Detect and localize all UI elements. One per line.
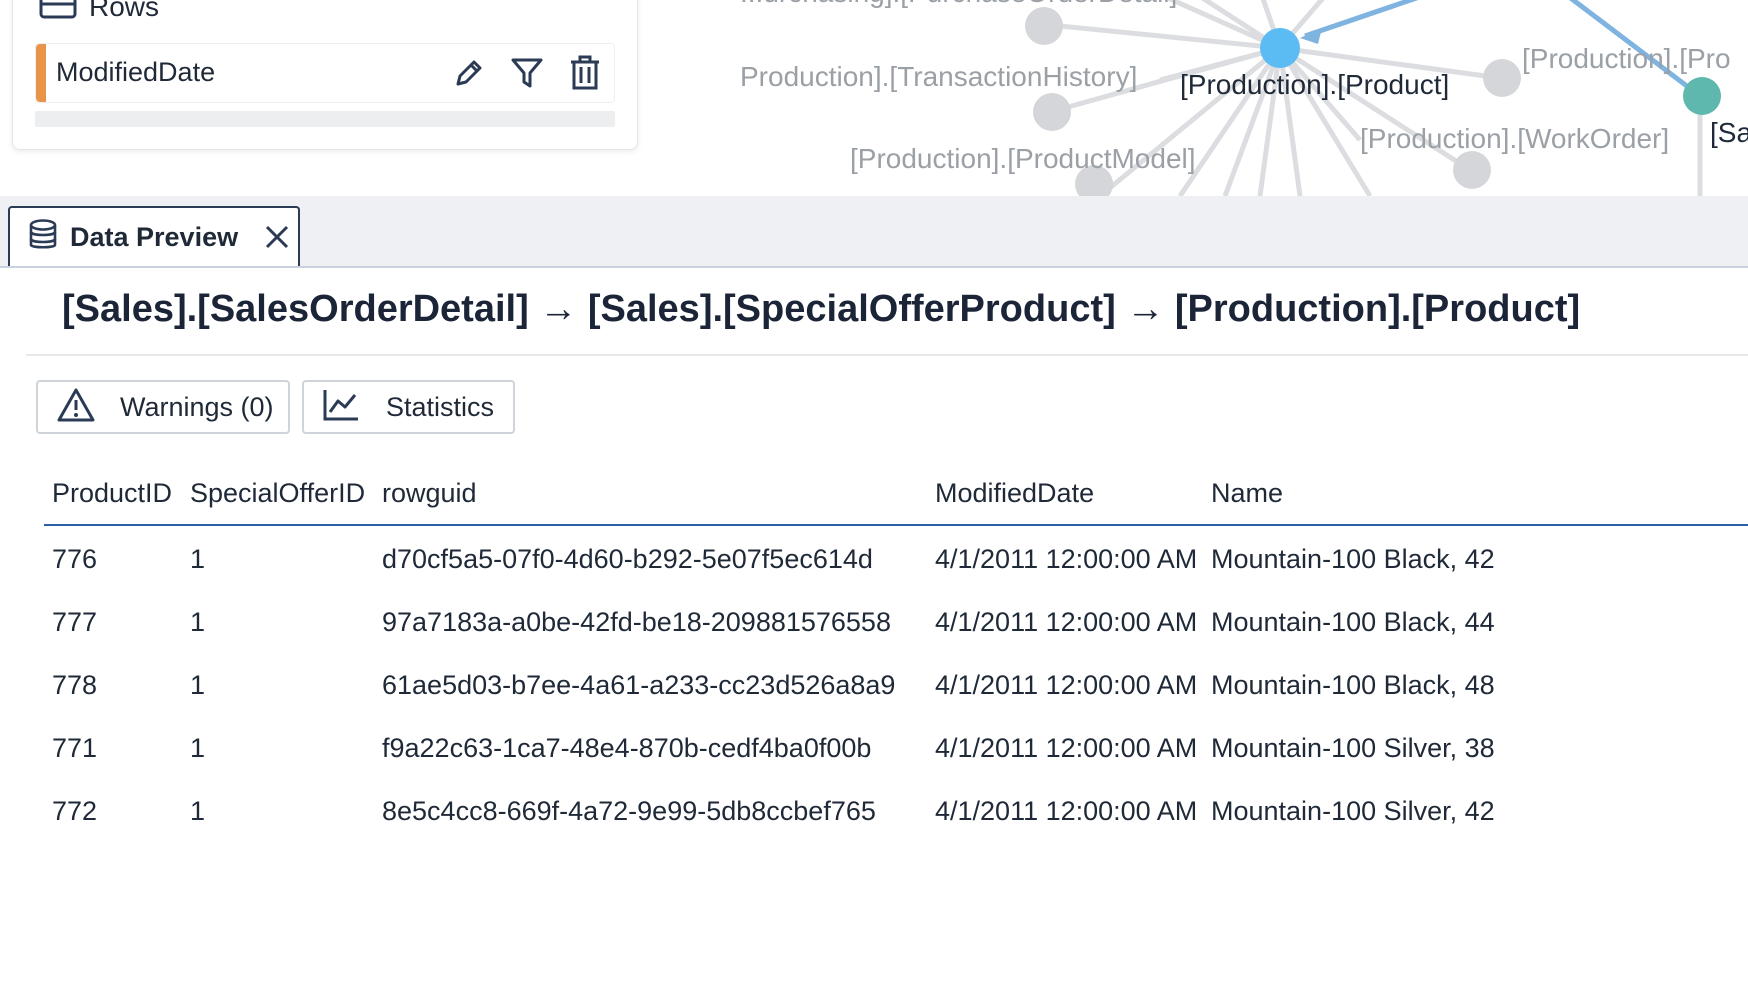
warnings-label: Warnings (0) — [120, 391, 274, 422]
statistics-label: Statistics — [386, 391, 495, 422]
table-cell: 771 — [52, 733, 98, 763]
graph-node-teal[interactable] — [1683, 77, 1721, 115]
filter-button[interactable] — [508, 54, 546, 92]
table-cell: 1 — [190, 670, 206, 700]
edit-button[interactable] — [450, 54, 488, 92]
table-cell: Mountain-100 Black, 42 — [1211, 544, 1495, 574]
table-header: ProductID SpecialOfferID rowguid Modifie… — [44, 468, 1748, 526]
rows-field-label: ModifiedDate — [56, 57, 216, 87]
graph-label: Production].[TransactionHistory] — [740, 61, 1137, 92]
delete-button[interactable] — [566, 54, 604, 92]
table-cell: 4/1/2011 12:00:00 AM — [935, 796, 1198, 826]
close-icon[interactable] — [264, 224, 290, 250]
graph-label: [Sa — [1710, 117, 1748, 148]
graph-node[interactable] — [1025, 7, 1063, 45]
rows-title: Rows — [89, 0, 160, 22]
table-cell: 4/1/2011 12:00:00 AM — [935, 607, 1198, 637]
table-row: 771 1 f9a22c63-1ca7-48e4-870b-cedf4ba0f0… — [44, 715, 1748, 778]
table-cell: 772 — [52, 796, 98, 826]
graph-node-focus[interactable] — [1260, 28, 1300, 68]
tab-data-preview[interactable]: Data Preview — [8, 206, 300, 266]
table-cell: Mountain-100 Black, 44 — [1211, 607, 1495, 637]
rows-panel: Rows ModifiedDate — [12, 0, 638, 150]
graph-highlight-edge — [1304, 0, 1419, 39]
filter-icon — [511, 58, 543, 88]
graph-node[interactable] — [1033, 93, 1071, 131]
table-cell: d70cf5a5-07f0-4d60-b292-5e07f5ec614d — [382, 544, 873, 574]
divider — [26, 354, 1748, 356]
table-cell: 97a7183a-a0be-42fd-be18-209881576558 — [382, 607, 891, 637]
graph-label: [Production].[WorkOrder] — [1360, 123, 1669, 154]
table-cell: 777 — [52, 607, 98, 637]
column-header[interactable]: Name — [1211, 478, 1283, 509]
rows-header: Rows — [39, 0, 159, 24]
graph-label: [Production].[Pro — [1522, 43, 1731, 74]
column-header[interactable]: SpecialOfferID — [190, 478, 365, 509]
table-cell: 8e5c4cc8-669f-4a72-9e99-5db8ccbef765 — [382, 796, 876, 826]
table-cell: 1 — [190, 607, 206, 637]
rows-scrollbar[interactable] — [35, 111, 615, 127]
table-cell: f9a22c63-1ca7-48e4-870b-cedf4ba0f00b — [382, 733, 872, 763]
table-cell: 1 — [190, 733, 206, 763]
field-tools — [450, 54, 604, 92]
arrow-head-icon — [1300, 28, 1322, 44]
graph-node[interactable] — [1483, 59, 1521, 97]
table-row: 772 1 8e5c4cc8-669f-4a72-9e99-5db8ccbef7… — [44, 778, 1748, 841]
table-cell: 61ae5d03-b7ee-4a61-a233-cc23d526a8a9 — [382, 670, 896, 700]
table-cell: Mountain-100 Black, 48 — [1211, 670, 1495, 700]
table-cell: 1 — [190, 796, 206, 826]
graph-label-focus: [Production].[Product] — [1180, 69, 1449, 100]
statistics-button[interactable]: Statistics — [302, 380, 515, 434]
join-path-title: [Sales].[SalesOrderDetail] → [Sales].[Sp… — [62, 288, 1581, 330]
tab-label: Data Preview — [70, 221, 239, 252]
pencil-icon — [456, 60, 482, 86]
table-row: 777 1 97a7183a-a0be-42fd-be18-2098815765… — [44, 589, 1748, 652]
field-accent — [36, 44, 46, 102]
table-row: 778 1 61ae5d03-b7ee-4a61-a233-cc23d526a8… — [44, 652, 1748, 715]
table-cell: Mountain-100 Silver, 38 — [1211, 733, 1495, 763]
data-preview-table: ProductID SpecialOfferID rowguid Modifie… — [44, 468, 1748, 841]
warnings-button[interactable]: Warnings (0) — [36, 380, 290, 434]
line-chart-icon — [322, 388, 360, 427]
relationship-graph[interactable]: ...urchasing].[PurchaseOrderDetail] Prod… — [0, 0, 1748, 196]
column-header[interactable]: rowguid — [382, 478, 477, 509]
table-cell: Mountain-100 Silver, 42 — [1211, 796, 1495, 826]
table-row: 776 1 d70cf5a5-07f0-4d60-b292-5e07f5ec61… — [44, 526, 1748, 589]
table-cell: 778 — [52, 670, 98, 700]
database-icon — [28, 218, 58, 256]
column-header[interactable]: ProductID — [52, 478, 172, 509]
table-cell: 4/1/2011 12:00:00 AM — [935, 733, 1198, 763]
warning-icon — [56, 387, 96, 428]
graph-label: [Production].[ProductModel] — [850, 143, 1196, 174]
table-cell: 1 — [190, 544, 206, 574]
table-cell: 4/1/2011 12:00:00 AM — [935, 544, 1198, 574]
tab-strip: Data Preview — [0, 196, 1748, 268]
trash-icon — [571, 55, 599, 90]
rows-icon — [39, 0, 77, 24]
rows-field-chip[interactable]: ModifiedDate — [35, 43, 615, 103]
column-header[interactable]: ModifiedDate — [935, 478, 1094, 509]
graph-node[interactable] — [1453, 151, 1491, 189]
table-cell: 4/1/2011 12:00:00 AM — [935, 670, 1198, 700]
table-cell: 776 — [52, 544, 98, 574]
graph-label: ...urchasing].[PurchaseOrderDetail] — [740, 0, 1177, 8]
